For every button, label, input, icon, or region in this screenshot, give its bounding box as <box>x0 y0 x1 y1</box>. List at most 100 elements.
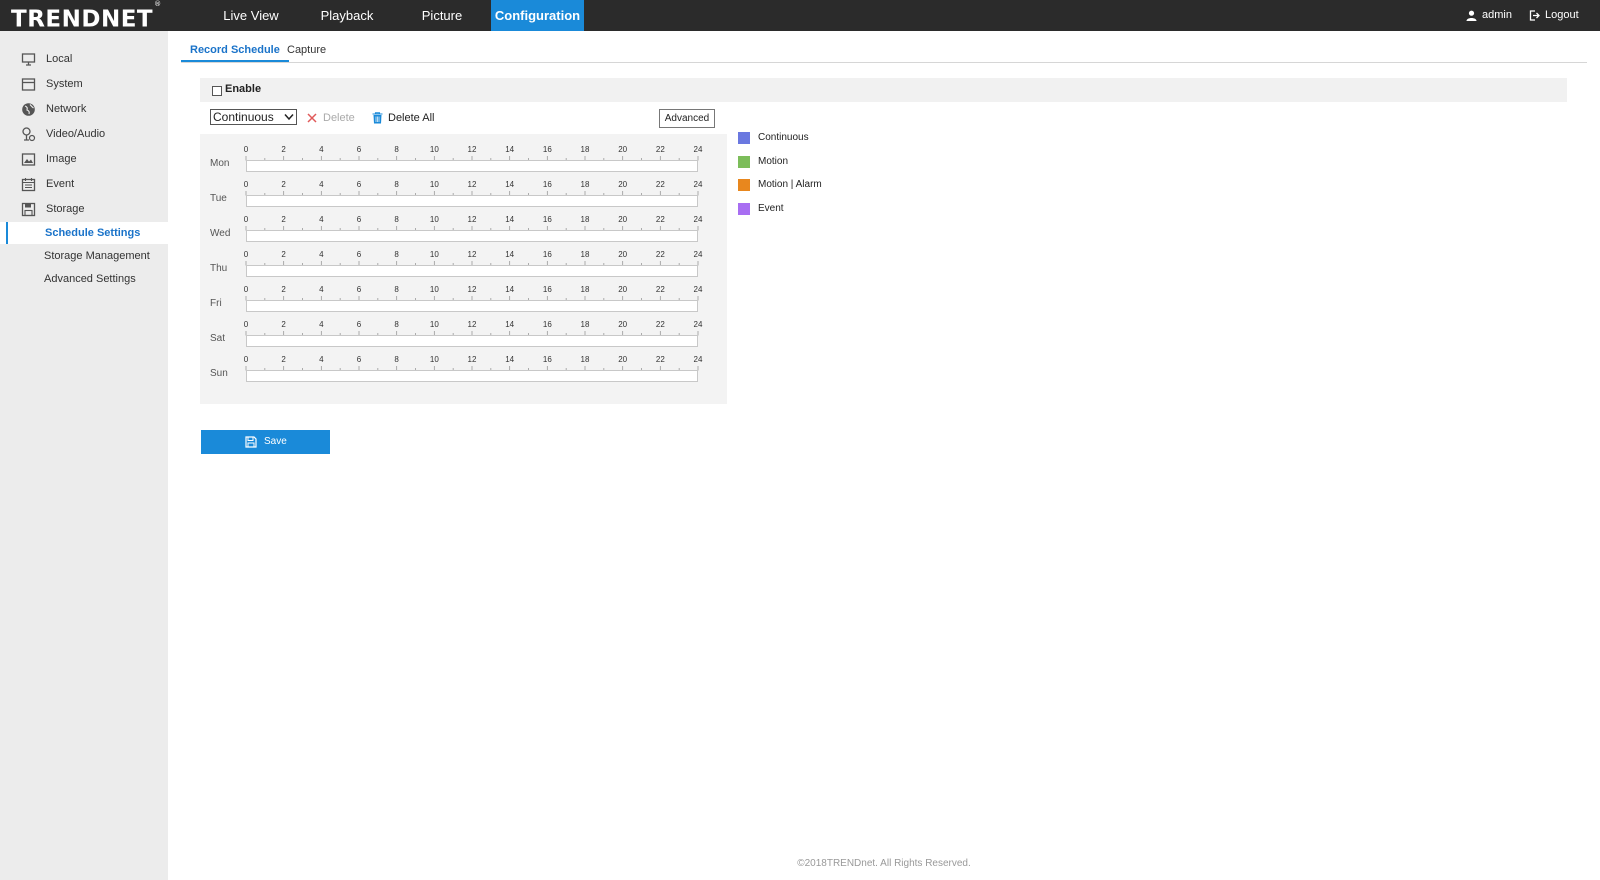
logout-button[interactable]: Logout <box>1529 0 1579 31</box>
hour-tick-label: 16 <box>542 215 552 224</box>
save-icon <box>245 436 257 448</box>
day-label-thu: Thu <box>210 263 228 274</box>
system-icon <box>21 78 36 91</box>
hour-tick-label: 16 <box>542 145 552 154</box>
footer-copyright: ©2018TRENDnet. All Rights Reserved. <box>797 858 971 869</box>
hour-tick-label: 12 <box>467 215 477 224</box>
delete-all-label: Delete All <box>388 112 435 124</box>
hour-tick-label: 14 <box>505 145 515 154</box>
hour-tick-label: 24 <box>693 320 703 329</box>
record-type-value: Continuous <box>213 110 274 124</box>
storage-icon <box>21 202 36 217</box>
sidebar-item-network[interactable]: Network <box>0 97 168 121</box>
hour-tick-label: 6 <box>356 285 362 294</box>
tab-playback[interactable]: Playback <box>305 0 389 31</box>
enable-checkbox[interactable] <box>212 86 222 96</box>
user-icon <box>1466 10 1477 21</box>
day-label-fri: Fri <box>210 298 222 309</box>
sidebar-item-advanced-settings[interactable]: Advanced Settings <box>0 268 168 290</box>
tab-picture[interactable]: Picture <box>403 0 481 31</box>
hour-tick-label: 0 <box>243 145 249 154</box>
schedule-bar-sun[interactable] <box>246 370 698 382</box>
chevron-down-icon <box>284 114 294 121</box>
calendar-icon <box>21 178 36 192</box>
hour-tick-label: 10 <box>429 355 439 364</box>
top-navigation-bar: TRENDNET® Live View Playback Picture Con… <box>0 0 1600 33</box>
hour-tick-label: 4 <box>319 320 324 329</box>
hour-tick-label: 14 <box>505 320 515 329</box>
schedule-bar-mon[interactable] <box>246 160 698 172</box>
sidebar-item-storage-management[interactable]: Storage Management <box>0 245 168 267</box>
hour-tick-label: 16 <box>542 180 552 189</box>
schedule-bar-sat[interactable] <box>246 335 698 347</box>
hour-tick-label: 12 <box>467 180 477 189</box>
schedule-bar-tue[interactable] <box>246 195 698 207</box>
hour-tick-label: 22 <box>655 320 665 329</box>
hour-tick-label: 2 <box>281 180 286 189</box>
hour-tick-label: 0 <box>243 285 249 294</box>
sidebar-item-video-audio[interactable]: Video/Audio <box>0 122 168 146</box>
hour-tick-label: 2 <box>281 285 286 294</box>
hour-tick-label: 8 <box>394 355 399 364</box>
record-type-select[interactable]: Continuous <box>210 109 297 125</box>
day-label-sun: Sun <box>210 368 228 379</box>
hour-tick-label: 4 <box>319 355 324 364</box>
schedule-bar-thu[interactable] <box>246 265 698 277</box>
hour-tick-label: 4 <box>319 285 324 294</box>
legend-swatch <box>738 203 750 215</box>
sidebar-item-schedule-settings[interactable]: Schedule Settings <box>0 222 168 244</box>
hour-tick-label: 20 <box>618 250 628 259</box>
save-label: Save <box>264 436 287 447</box>
hour-tick-label: 10 <box>429 215 439 224</box>
tab-capture[interactable]: Capture <box>287 40 326 62</box>
hour-tick-label: 6 <box>356 145 362 154</box>
tab-record-schedule[interactable]: Record Schedule <box>181 40 289 62</box>
hour-tick-label: 0 <box>243 180 249 189</box>
sidebar-item-system[interactable]: System <box>0 72 168 96</box>
sidebar-item-event[interactable]: Event <box>0 172 168 196</box>
hour-tick-label: 22 <box>655 285 665 294</box>
hour-tick-label: 4 <box>319 180 324 189</box>
hour-tick-label: 6 <box>356 320 362 329</box>
hour-tick-label: 18 <box>580 285 590 294</box>
schedule-bar-fri[interactable] <box>246 300 698 312</box>
sidebar-item-label: Advanced Settings <box>44 273 136 285</box>
advanced-button[interactable]: Advanced <box>659 109 715 128</box>
delete-all-button[interactable]: Delete All <box>372 111 435 125</box>
hour-tick-label: 10 <box>429 285 439 294</box>
globe-icon <box>22 103 35 116</box>
logo-text: TRENDNET <box>11 6 154 33</box>
legend-swatch <box>738 156 750 168</box>
hour-tick-label: 6 <box>356 215 362 224</box>
hour-tick-label: 24 <box>693 250 703 259</box>
close-icon <box>307 113 317 123</box>
tab-configuration[interactable]: Configuration <box>491 0 584 31</box>
legend-label: Motion | Alarm <box>758 179 822 190</box>
schedule-bar-wed[interactable] <box>246 230 698 242</box>
sidebar-item-label: Storage <box>46 203 85 215</box>
sidebar-item-image[interactable]: Image <box>0 147 168 171</box>
save-button[interactable]: Save <box>201 430 330 454</box>
hour-tick-label: 12 <box>467 355 477 364</box>
hour-tick-label: 4 <box>319 145 324 154</box>
sidebar-item-label: Video/Audio <box>46 128 106 140</box>
video-audio-icon <box>22 127 36 142</box>
sidebar-item-storage[interactable]: Storage <box>0 197 168 221</box>
hour-tick-label: 14 <box>505 250 515 259</box>
hour-tick-label: 12 <box>467 145 477 154</box>
hour-tick-label: 12 <box>467 250 477 259</box>
user-menu[interactable]: admin <box>1466 0 1512 31</box>
hour-tick-label: 10 <box>429 145 439 154</box>
enable-label: Enable <box>225 83 262 95</box>
tab-live-view[interactable]: Live View <box>211 0 291 31</box>
delete-button[interactable]: Delete <box>307 111 355 125</box>
hour-tick-label: 0 <box>243 250 249 259</box>
sidebar-item-local[interactable]: Local <box>0 47 168 71</box>
enable-row: Enable <box>200 78 1567 102</box>
hour-tick-label: 8 <box>394 145 399 154</box>
logout-label: Logout <box>1545 9 1579 21</box>
delete-label: Delete <box>323 112 355 124</box>
hour-tick-label: 8 <box>394 215 399 224</box>
hour-tick-label: 16 <box>542 320 552 329</box>
username: admin <box>1482 9 1512 21</box>
